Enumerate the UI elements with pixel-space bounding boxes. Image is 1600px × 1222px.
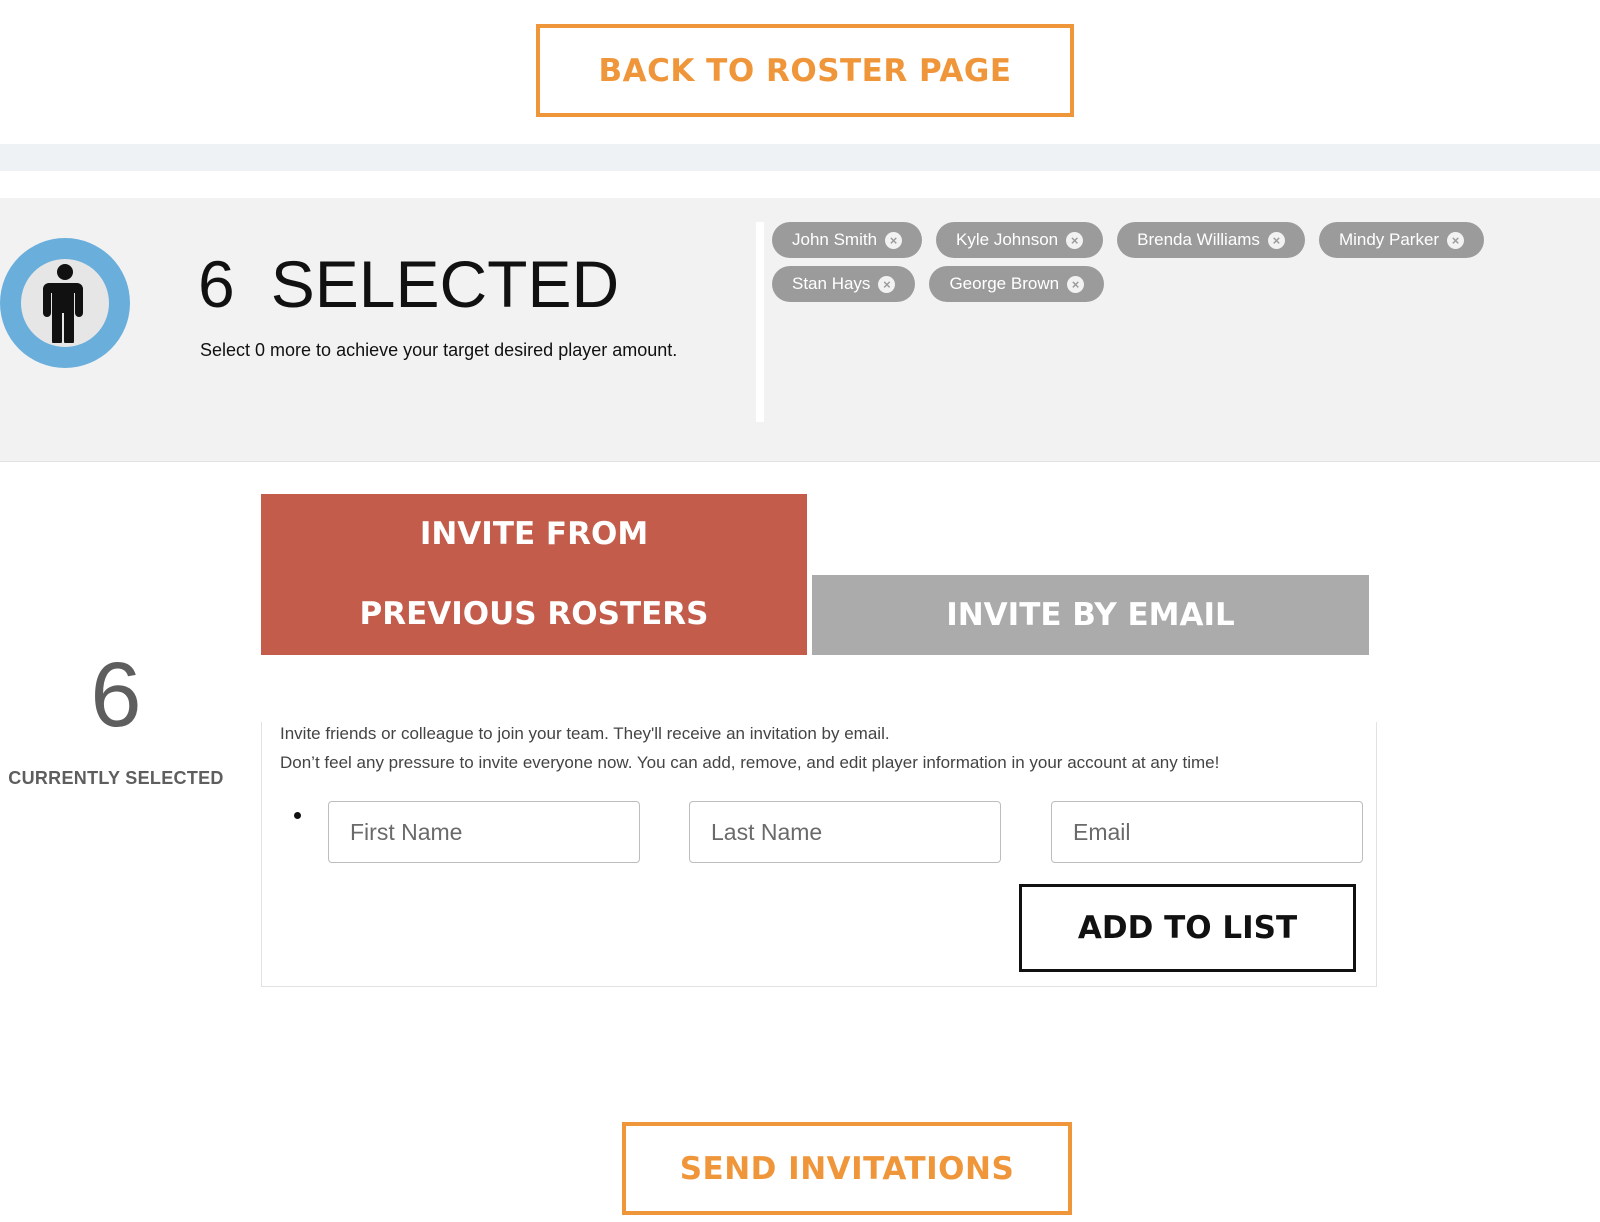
selected-count-number: 6 bbox=[198, 247, 235, 321]
player-chip: Mindy Parker × bbox=[1318, 222, 1485, 258]
email-field[interactable] bbox=[1051, 801, 1363, 863]
tab-invite-by-email[interactable]: INVITE BY EMAIL bbox=[812, 575, 1369, 655]
back-to-roster-button[interactable]: BACK TO ROSTER PAGE bbox=[536, 24, 1074, 117]
avatar bbox=[0, 238, 130, 368]
close-icon[interactable]: × bbox=[885, 231, 903, 249]
player-chip-name: Mindy Parker bbox=[1338, 230, 1440, 249]
currently-selected-count: 6 bbox=[90, 644, 142, 746]
player-chip: Brenda Williams × bbox=[1117, 222, 1305, 258]
divider-band bbox=[0, 144, 1600, 171]
player-chip: George Brown × bbox=[929, 266, 1105, 302]
summary-separator bbox=[756, 222, 764, 422]
selected-players-list: John Smith × Kyle Johnson × Brenda Willi… bbox=[772, 222, 1532, 302]
player-chip-name: George Brown bbox=[949, 274, 1060, 293]
invite-note-text: Don’t feel any pressure to invite everyo… bbox=[280, 753, 1220, 772]
player-chip-name: Stan Hays bbox=[792, 274, 871, 293]
player-chip-name: Kyle Johnson bbox=[956, 230, 1059, 249]
selected-count-heading: 6 SELECTED bbox=[198, 244, 619, 324]
last-name-field[interactable] bbox=[689, 801, 1001, 863]
close-icon[interactable]: × bbox=[1067, 275, 1085, 293]
selected-count-word: SELECTED bbox=[270, 247, 620, 321]
send-invitations-button[interactable]: SEND INVITATIONS bbox=[622, 1122, 1072, 1215]
player-chip-name: John Smith bbox=[792, 230, 878, 249]
close-icon[interactable]: × bbox=[1066, 231, 1084, 249]
player-chip: Kyle Johnson × bbox=[936, 222, 1104, 258]
selection-note: Select 0 more to achieve your target des… bbox=[200, 340, 678, 360]
person-icon bbox=[21, 259, 109, 347]
list-bullet bbox=[294, 812, 301, 819]
invite-intro-text: Invite friends or colleague to join your… bbox=[280, 724, 890, 743]
first-name-field[interactable] bbox=[328, 801, 640, 863]
player-chip: John Smith × bbox=[772, 222, 923, 258]
currently-selected-label: CURRENTLY SELECTED bbox=[8, 768, 224, 788]
close-icon[interactable]: × bbox=[1267, 231, 1285, 249]
tab-invite-from-previous-rosters[interactable]: INVITE FROM PREVIOUS ROSTERS bbox=[261, 494, 807, 655]
add-to-list-button[interactable]: ADD TO LIST bbox=[1019, 884, 1356, 972]
close-icon[interactable]: × bbox=[1447, 231, 1465, 249]
player-chip: Stan Hays × bbox=[772, 266, 916, 302]
player-chip-name: Brenda Williams bbox=[1137, 230, 1260, 249]
close-icon[interactable]: × bbox=[878, 275, 896, 293]
